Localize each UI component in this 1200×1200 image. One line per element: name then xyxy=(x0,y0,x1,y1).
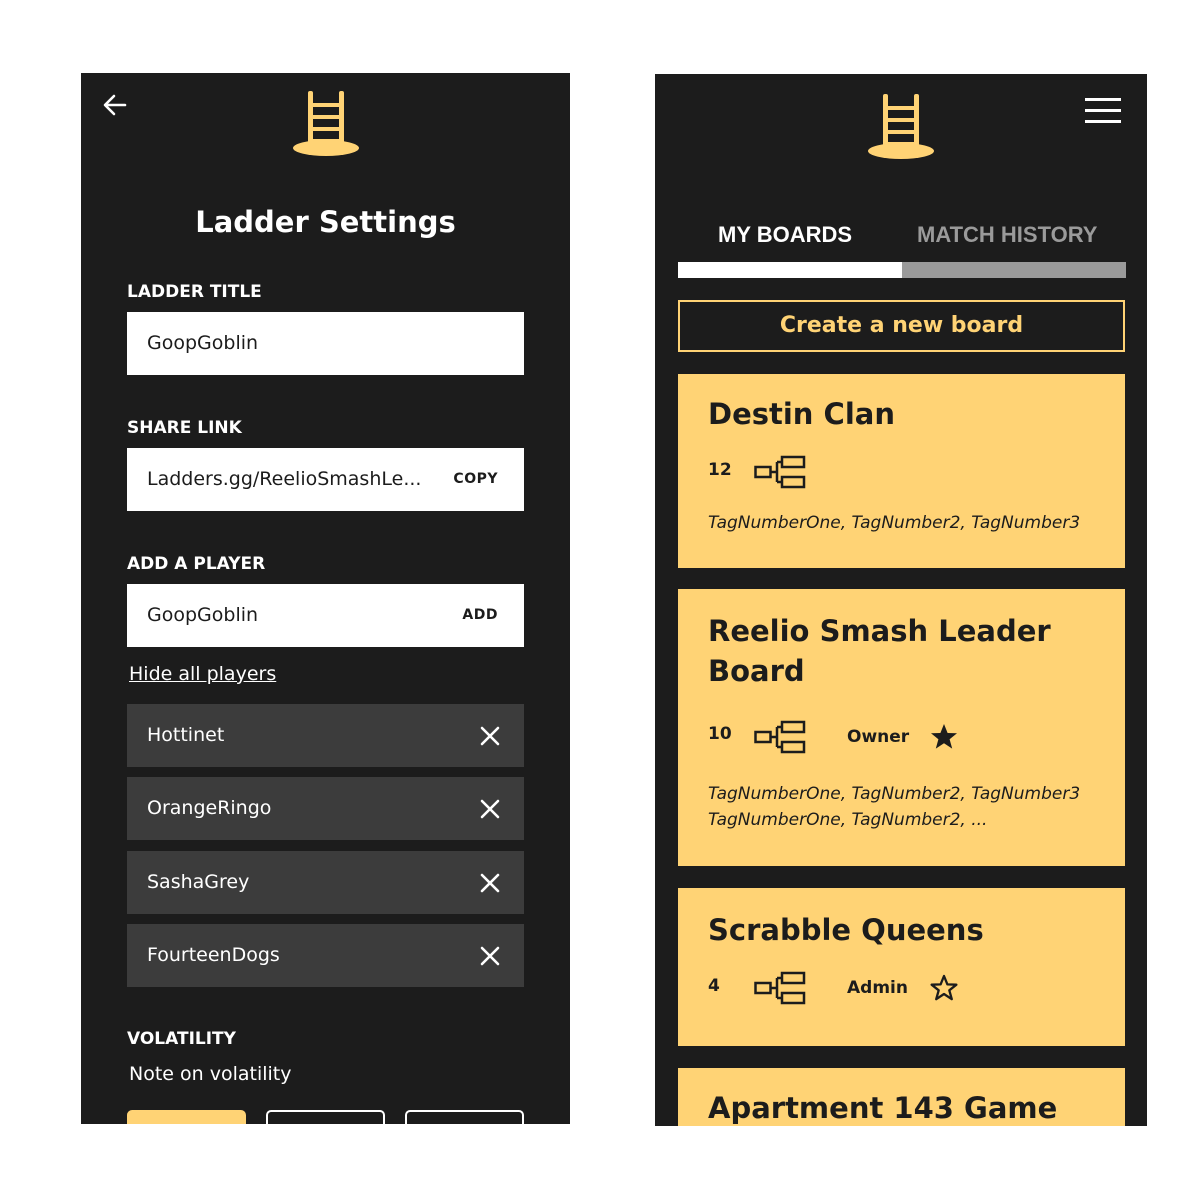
member-count: 10 xyxy=(708,724,732,744)
share-link-label: SHARE LINK xyxy=(127,418,242,438)
volatility-option-selected[interactable] xyxy=(127,1110,246,1124)
create-board-button[interactable]: Create a new board xyxy=(678,300,1125,352)
member-count: 12 xyxy=(708,460,732,480)
player-name: OrangeRingo xyxy=(147,797,272,819)
member-count: 4 xyxy=(708,976,720,996)
bracket-icon xyxy=(754,455,806,489)
board-tags: TagNumberOne, TagNumber2, TagNumber3 xyxy=(708,784,1081,804)
close-icon[interactable] xyxy=(478,944,502,968)
volatility-option[interactable] xyxy=(266,1110,385,1124)
board-card[interactable]: Apartment 143 Game xyxy=(678,1068,1125,1126)
ladder-title-label: LADDER TITLE xyxy=(127,282,262,302)
ladder-logo-icon xyxy=(868,94,934,159)
add-player-input[interactable]: GoopGoblin ADD xyxy=(127,584,524,647)
board-card[interactable]: Scrabble Queens 4 Admin xyxy=(678,888,1125,1046)
add-button[interactable]: ADD xyxy=(462,584,498,647)
bracket-icon xyxy=(754,720,806,754)
ladder-title-value: GoopGoblin xyxy=(147,332,259,354)
board-tags: TagNumberOne, TagNumber2, TagNumber3 xyxy=(708,513,1081,533)
volatility-option[interactable] xyxy=(405,1110,524,1124)
board-title: Destin Clan xyxy=(708,397,895,431)
tab-indicator-inactive xyxy=(902,262,1126,278)
add-player-value: GoopGoblin xyxy=(147,604,259,626)
board-title: Scrabble Queens xyxy=(708,913,984,947)
board-role: Admin xyxy=(847,978,908,998)
close-icon[interactable] xyxy=(478,724,502,748)
player-row: OrangeRingo xyxy=(127,777,524,840)
player-row: SashaGrey xyxy=(127,851,524,914)
tab-my-boards[interactable]: MY BOARDS xyxy=(718,222,852,248)
add-player-label: ADD A PLAYER xyxy=(127,554,266,574)
player-name: FourteenDogs xyxy=(147,944,280,966)
star-filled-icon[interactable] xyxy=(929,722,959,752)
share-link-field[interactable]: Ladders.gg/ReelioSmashLe... COPY xyxy=(127,448,524,511)
ladder-logo-icon xyxy=(293,91,359,156)
ladder-title-input[interactable]: GoopGoblin xyxy=(127,312,524,375)
board-role: Owner xyxy=(847,727,910,747)
close-icon[interactable] xyxy=(478,797,502,821)
player-name: Hottinet xyxy=(147,724,225,746)
back-arrow-icon[interactable] xyxy=(101,91,129,119)
bracket-icon xyxy=(754,971,806,1005)
player-row: FourteenDogs xyxy=(127,924,524,987)
tab-match-history[interactable]: MATCH HISTORY xyxy=(917,222,1097,248)
player-name: SashaGrey xyxy=(147,871,250,893)
board-title-line-1: Reelio Smash Leader xyxy=(708,614,1051,648)
tab-indicator-active xyxy=(678,262,902,278)
ladder-settings-screen: Ladder Settings LADDER TITLE GoopGoblin … xyxy=(81,73,570,1124)
hide-all-players-link[interactable]: Hide all players xyxy=(129,663,276,685)
copy-button[interactable]: COPY xyxy=(453,448,498,511)
board-title-line-2: Board xyxy=(708,654,805,688)
board-tags: TagNumberOne, TagNumber2, ... xyxy=(708,810,988,830)
volatility-label: VOLATILITY xyxy=(127,1029,236,1049)
page-title: Ladder Settings xyxy=(195,205,456,239)
volatility-note: Note on volatility xyxy=(129,1063,292,1085)
player-row: Hottinet xyxy=(127,704,524,767)
share-link-value: Ladders.gg/ReelioSmashLe... xyxy=(147,468,422,490)
board-title: Apartment 143 Game xyxy=(708,1091,1058,1125)
hamburger-menu-icon[interactable] xyxy=(1085,96,1123,126)
my-boards-screen: MY BOARDS MATCH HISTORY Create a new boa… xyxy=(655,74,1147,1126)
board-card[interactable]: Destin Clan 12 TagNumberOne, TagNumber2,… xyxy=(678,374,1125,568)
star-outline-icon[interactable] xyxy=(929,973,959,1003)
close-icon[interactable] xyxy=(478,871,502,895)
board-card[interactable]: Reelio Smash Leader Board 10 Owner TagNu… xyxy=(678,589,1125,866)
